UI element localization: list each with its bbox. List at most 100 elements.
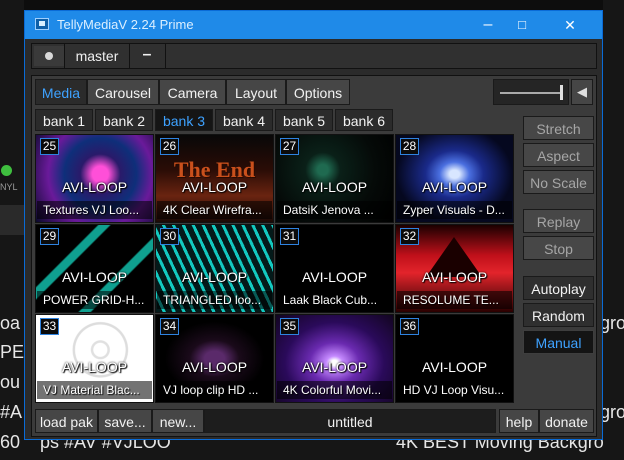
cell-caption: RESOLUME TE... <box>397 291 512 309</box>
no-scale-button[interactable]: No Scale <box>523 170 594 194</box>
cell-type: AVI-LOOP <box>301 359 368 375</box>
background-left-strip <box>0 205 24 235</box>
media-cell[interactable]: 32 AVI-LOOP RESOLUME TE... <box>395 224 514 313</box>
media-cell[interactable]: 35 AVI-LOOP 4K Colorful Movi... <box>275 314 394 403</box>
cell-number: 30 <box>160 228 179 245</box>
remove-preset-button[interactable]: – <box>129 44 166 68</box>
cell-type: AVI-LOOP <box>421 179 488 195</box>
manual-button[interactable]: Manual <box>523 330 594 354</box>
cell-type: AVI-LOOP <box>61 179 128 195</box>
cell-caption: Laak Black Cub... <box>277 291 392 309</box>
cell-type: AVI-LOOP <box>421 269 488 285</box>
tab-options[interactable]: Options <box>286 79 350 105</box>
background-text: gro <box>600 313 624 333</box>
media-cell[interactable]: 30 AVI-LOOP TRIANGLED loo... <box>155 224 274 313</box>
media-panel: Media Carousel Camera Layout Options ◀ b… <box>31 75 597 437</box>
cell-number: 36 <box>400 318 419 335</box>
cell-number: 25 <box>40 138 59 155</box>
media-cell[interactable]: 34 AVI-LOOP VJ loop clip HD ... <box>155 314 274 403</box>
cell-type: AVI-LOOP <box>181 359 248 375</box>
speaker-icon[interactable]: ◀ <box>571 79 593 105</box>
cell-number: 35 <box>280 318 299 335</box>
tab-carousel[interactable]: Carousel <box>87 79 159 105</box>
load-pak-button[interactable]: load pak <box>35 409 98 433</box>
pak-name-field[interactable]: untitled <box>204 409 496 433</box>
new-button[interactable]: new... <box>152 409 204 433</box>
cell-caption: Textures VJ Loo... <box>37 201 152 219</box>
background-text: 60 <box>0 432 21 452</box>
media-cell[interactable]: 29 AVI-LOOP POWER GRID-H... <box>35 224 154 313</box>
stretch-button[interactable]: Stretch <box>523 116 594 140</box>
media-cell[interactable]: 31 AVI-LOOP Laak Black Cub... <box>275 224 394 313</box>
app-window: TellyMediaV 2.24 Prime – □ ✕ master – Me… <box>24 10 603 440</box>
media-grid: 25 AVI-LOOP Textures VJ Loo... The End 2… <box>32 134 516 432</box>
help-button[interactable]: help <box>499 409 539 433</box>
volume-track <box>500 92 562 94</box>
bank-tab-1[interactable]: bank 1 <box>35 109 93 131</box>
tab-media[interactable]: Media <box>35 79 87 105</box>
cell-caption: DatsiK Jenova ... <box>277 201 392 219</box>
maximize-button[interactable]: □ <box>505 11 539 39</box>
bank-tab-3[interactable]: bank 3 <box>155 109 213 131</box>
media-cell[interactable]: 27 AVI-LOOP DatsiK Jenova ... <box>275 134 394 223</box>
autoplay-button[interactable]: Autoplay <box>523 276 594 300</box>
minimize-button[interactable]: – <box>471 11 505 39</box>
cell-number: 31 <box>280 228 299 245</box>
cell-caption: 4K Clear Wirefra... <box>157 201 272 219</box>
record-dot-icon[interactable] <box>34 46 64 66</box>
background-right <box>603 0 624 460</box>
cell-caption: HD VJ Loop Visu... <box>397 381 512 399</box>
media-cell[interactable]: 25 AVI-LOOP Textures VJ Loo... <box>35 134 154 223</box>
cell-caption: VJ Material Blac... <box>37 381 152 399</box>
cell-number: 26 <box>160 138 179 155</box>
cell-type: AVI-LOOP <box>301 269 368 285</box>
cell-number: 27 <box>280 138 299 155</box>
cell-caption: POWER GRID-H... <box>37 291 152 309</box>
volume-knob[interactable] <box>560 85 563 100</box>
background-small-label: NYL <box>0 182 18 192</box>
preset-bar: master – <box>31 43 597 69</box>
cell-caption: Zyper Visuals - D... <box>397 201 512 219</box>
save-button[interactable]: save... <box>98 409 152 433</box>
close-button[interactable]: ✕ <box>553 11 587 39</box>
bank-tab-2[interactable]: bank 2 <box>95 109 153 131</box>
bank-tab-4[interactable]: bank 4 <box>215 109 273 131</box>
media-cell[interactable]: The End 26 AVI-LOOP 4K Clear Wirefra... <box>155 134 274 223</box>
cell-caption: TRIANGLED loo... <box>157 291 272 309</box>
window-title: TellyMediaV 2.24 Prime <box>57 17 194 32</box>
media-cell[interactable]: 33 AVI-LOOP VJ Material Blac... <box>35 314 154 403</box>
tab-camera[interactable]: Camera <box>159 79 226 105</box>
background-text: ou <box>0 372 21 392</box>
stop-button[interactable]: Stop <box>523 236 594 260</box>
tab-layout[interactable]: Layout <box>226 79 286 105</box>
cell-type: AVI-LOOP <box>301 179 368 195</box>
title-bar[interactable]: TellyMediaV 2.24 Prime – □ ✕ <box>25 11 602 39</box>
cell-number: 34 <box>160 318 179 335</box>
replay-button[interactable]: Replay <box>523 209 594 233</box>
preset-name[interactable]: master <box>64 44 130 68</box>
window-client: master – Media Carousel Camera Layout Op… <box>25 39 602 439</box>
background-text: oa <box>0 313 21 333</box>
media-cell[interactable]: 36 AVI-LOOP HD VJ Loop Visu... <box>395 314 514 403</box>
bank-tab-6[interactable]: bank 6 <box>335 109 393 131</box>
donate-button[interactable]: donate <box>539 409 594 433</box>
cell-type: AVI-LOOP <box>421 359 488 375</box>
random-button[interactable]: Random <box>523 303 594 327</box>
cell-number: 32 <box>400 228 419 245</box>
cell-number: 29 <box>40 228 59 245</box>
cell-type: AVI-LOOP <box>61 269 128 285</box>
background-text: PE <box>0 342 25 362</box>
media-cell[interactable]: 28 AVI-LOOP Zyper Visuals - D... <box>395 134 514 223</box>
cell-number: 33 <box>40 318 59 335</box>
bank-tab-5[interactable]: bank 5 <box>275 109 333 131</box>
status-led-icon <box>1 165 12 176</box>
cell-number: 28 <box>400 138 419 155</box>
cell-caption: VJ loop clip HD ... <box>157 381 272 399</box>
cell-caption: 4K Colorful Movi... <box>277 381 392 399</box>
cell-type: AVI-LOOP <box>61 359 128 375</box>
background-text: #A <box>0 402 23 422</box>
cell-type: AVI-LOOP <box>181 179 248 195</box>
volume-slider[interactable] <box>493 79 569 105</box>
aspect-button[interactable]: Aspect <box>523 143 594 167</box>
app-icon <box>35 18 49 30</box>
